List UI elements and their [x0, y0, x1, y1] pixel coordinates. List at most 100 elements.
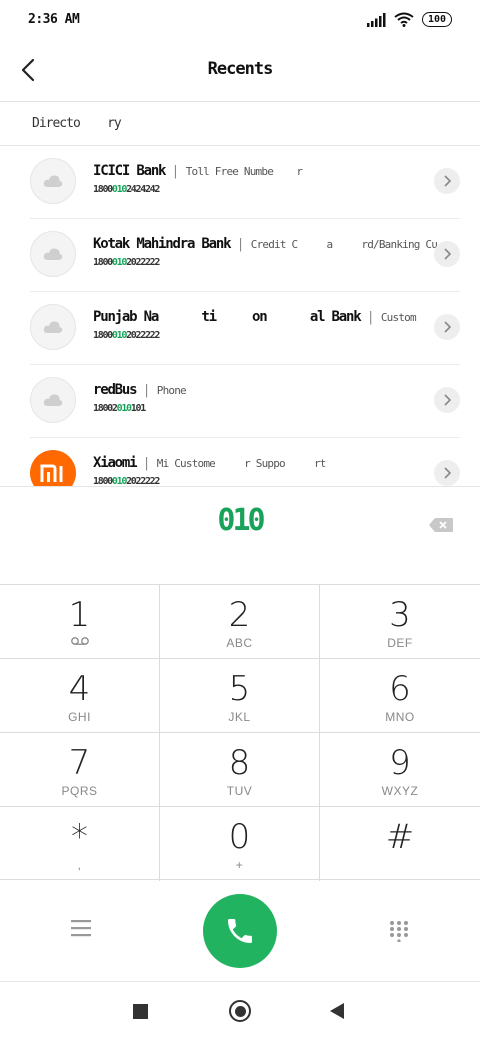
key-digit: 5 [228, 669, 251, 709]
contact-detail-button[interactable] [434, 168, 460, 194]
contact-detail-button[interactable] [434, 460, 460, 486]
dial-display: 010 [0, 486, 480, 584]
key-digit: # [385, 817, 415, 857]
key-1[interactable]: 1 [0, 585, 160, 659]
number-match: 010 [111, 257, 127, 268]
cloud-icon [43, 394, 63, 406]
menu-icon[interactable] [70, 918, 92, 938]
key-letters: , [77, 858, 82, 872]
key-digit: 9 [389, 743, 411, 783]
contact-number: 18000102022222 [93, 257, 160, 268]
number-suffix: 2022222 [126, 330, 160, 341]
recents-square-icon[interactable] [133, 1004, 148, 1019]
dialed-number[interactable]: 010 [0, 503, 480, 538]
key-4[interactable]: 4 GHI [0, 659, 160, 733]
number-prefix: 18002 [93, 403, 118, 414]
number-prefix: 1800 [93, 476, 113, 486]
system-nav-bar [0, 982, 480, 1040]
number-suffix: 2022222 [126, 476, 160, 486]
contact-list: ICICI Bank | Toll Free Numbe r 180001024… [0, 146, 480, 486]
key-letters: MNO [385, 710, 415, 724]
avatar [30, 304, 76, 350]
key-9[interactable]: 9 WXYZ [320, 733, 480, 807]
back-triangle-icon[interactable] [330, 1003, 344, 1019]
number-prefix: 1800 [93, 330, 113, 341]
key-2[interactable]: 2 ABC [160, 585, 320, 659]
contact-label: Credit C a rd/Banking Cu [250, 237, 438, 251]
key-hash[interactable]: # [320, 807, 480, 881]
chevron-right-icon [444, 175, 451, 187]
key-8[interactable]: 8 TUV [160, 733, 320, 807]
number-prefix: 1800 [93, 257, 113, 268]
key-digit: 1 [68, 595, 91, 635]
number-prefix: 1800 [93, 184, 113, 195]
mi-logo-icon [40, 464, 63, 482]
key-letters: JKL [228, 710, 251, 724]
page-title: Recents [207, 59, 274, 79]
list-item[interactable]: redBus | Phone 18002010101 [0, 365, 480, 438]
key-digit: * [71, 817, 88, 857]
contact-detail-button[interactable] [434, 314, 460, 340]
contact-name: ICICI Bank [93, 163, 167, 179]
list-item[interactable]: ICICI Bank | Toll Free Numbe r 180001024… [0, 146, 480, 219]
status-time: 2:36 AM [28, 12, 80, 27]
directory-link[interactable]: Directo ry [32, 116, 122, 131]
contact-detail-button[interactable] [434, 387, 460, 413]
contact-name: Xiaomi [93, 455, 138, 471]
number-suffix: 2424242 [126, 184, 160, 195]
chevron-right-icon [444, 394, 451, 406]
number-match: 010 [111, 330, 127, 341]
key-digit: 2 [228, 595, 251, 635]
list-item[interactable]: Punjab Na ti on al Bank | Custom 1800010… [0, 292, 480, 365]
key-letters: TUV [226, 784, 253, 798]
dialpad-icon[interactable] [388, 920, 410, 942]
avatar [30, 158, 76, 204]
key-letters: PQRS [61, 784, 98, 798]
key-6[interactable]: 6 MNO [320, 659, 480, 733]
contact-detail-button[interactable] [434, 241, 460, 267]
list-item[interactable]: Xiaomi | Mi Custome r Suppo rt 180001020… [0, 438, 480, 486]
key-letters: WXYZ [381, 784, 419, 798]
contact-label: Custom [380, 310, 417, 324]
contact-number: 18000102022222 [93, 476, 160, 486]
backspace-icon [429, 518, 453, 532]
contact-number: 18000102022222 [93, 330, 160, 341]
contact-name: redBus [93, 382, 138, 398]
phone-icon [228, 919, 252, 943]
status-icons: 100 [366, 12, 452, 27]
separator: | [238, 236, 243, 252]
key-7[interactable]: 7 PQRS [0, 733, 160, 807]
number-match: 010 [111, 476, 127, 486]
cloud-icon [43, 321, 63, 333]
number-suffix: 2022222 [126, 257, 160, 268]
contact-name: Punjab Na ti on al Bank [93, 309, 362, 325]
list-item[interactable]: Kotak Mahindra Bank | Credit C a rd/Bank… [0, 219, 480, 292]
call-button[interactable] [203, 894, 277, 968]
battery-level: 100 [427, 14, 447, 25]
avatar [30, 231, 76, 277]
separator: | [173, 163, 178, 179]
voicemail-icon [71, 637, 89, 645]
cloud-icon [43, 175, 63, 187]
chevron-right-icon [444, 467, 451, 479]
avatar [30, 377, 76, 423]
wifi-icon [394, 12, 414, 27]
key-3[interactable]: 3 DEF [320, 585, 480, 659]
number-match: 010 [116, 403, 132, 414]
chevron-right-icon [444, 321, 451, 333]
key-0[interactable]: 0 + [160, 807, 320, 881]
status-bar: 2:36 AM 100 [0, 0, 480, 42]
backspace-button[interactable] [428, 515, 454, 535]
contact-label: Toll Free Numbe r [185, 164, 303, 178]
contact-number: 18002010101 [93, 403, 146, 414]
key-digit: 6 [389, 669, 411, 709]
key-digit: 7 [68, 743, 91, 783]
avatar [30, 450, 76, 486]
home-circle-icon[interactable] [229, 1000, 251, 1022]
separator: | [368, 309, 373, 325]
contact-name: Kotak Mahindra Bank [93, 236, 232, 252]
key-star[interactable]: * , [0, 807, 160, 881]
key-digit: 3 [389, 595, 411, 635]
key-5[interactable]: 5 JKL [160, 659, 320, 733]
separator: | [144, 455, 149, 471]
